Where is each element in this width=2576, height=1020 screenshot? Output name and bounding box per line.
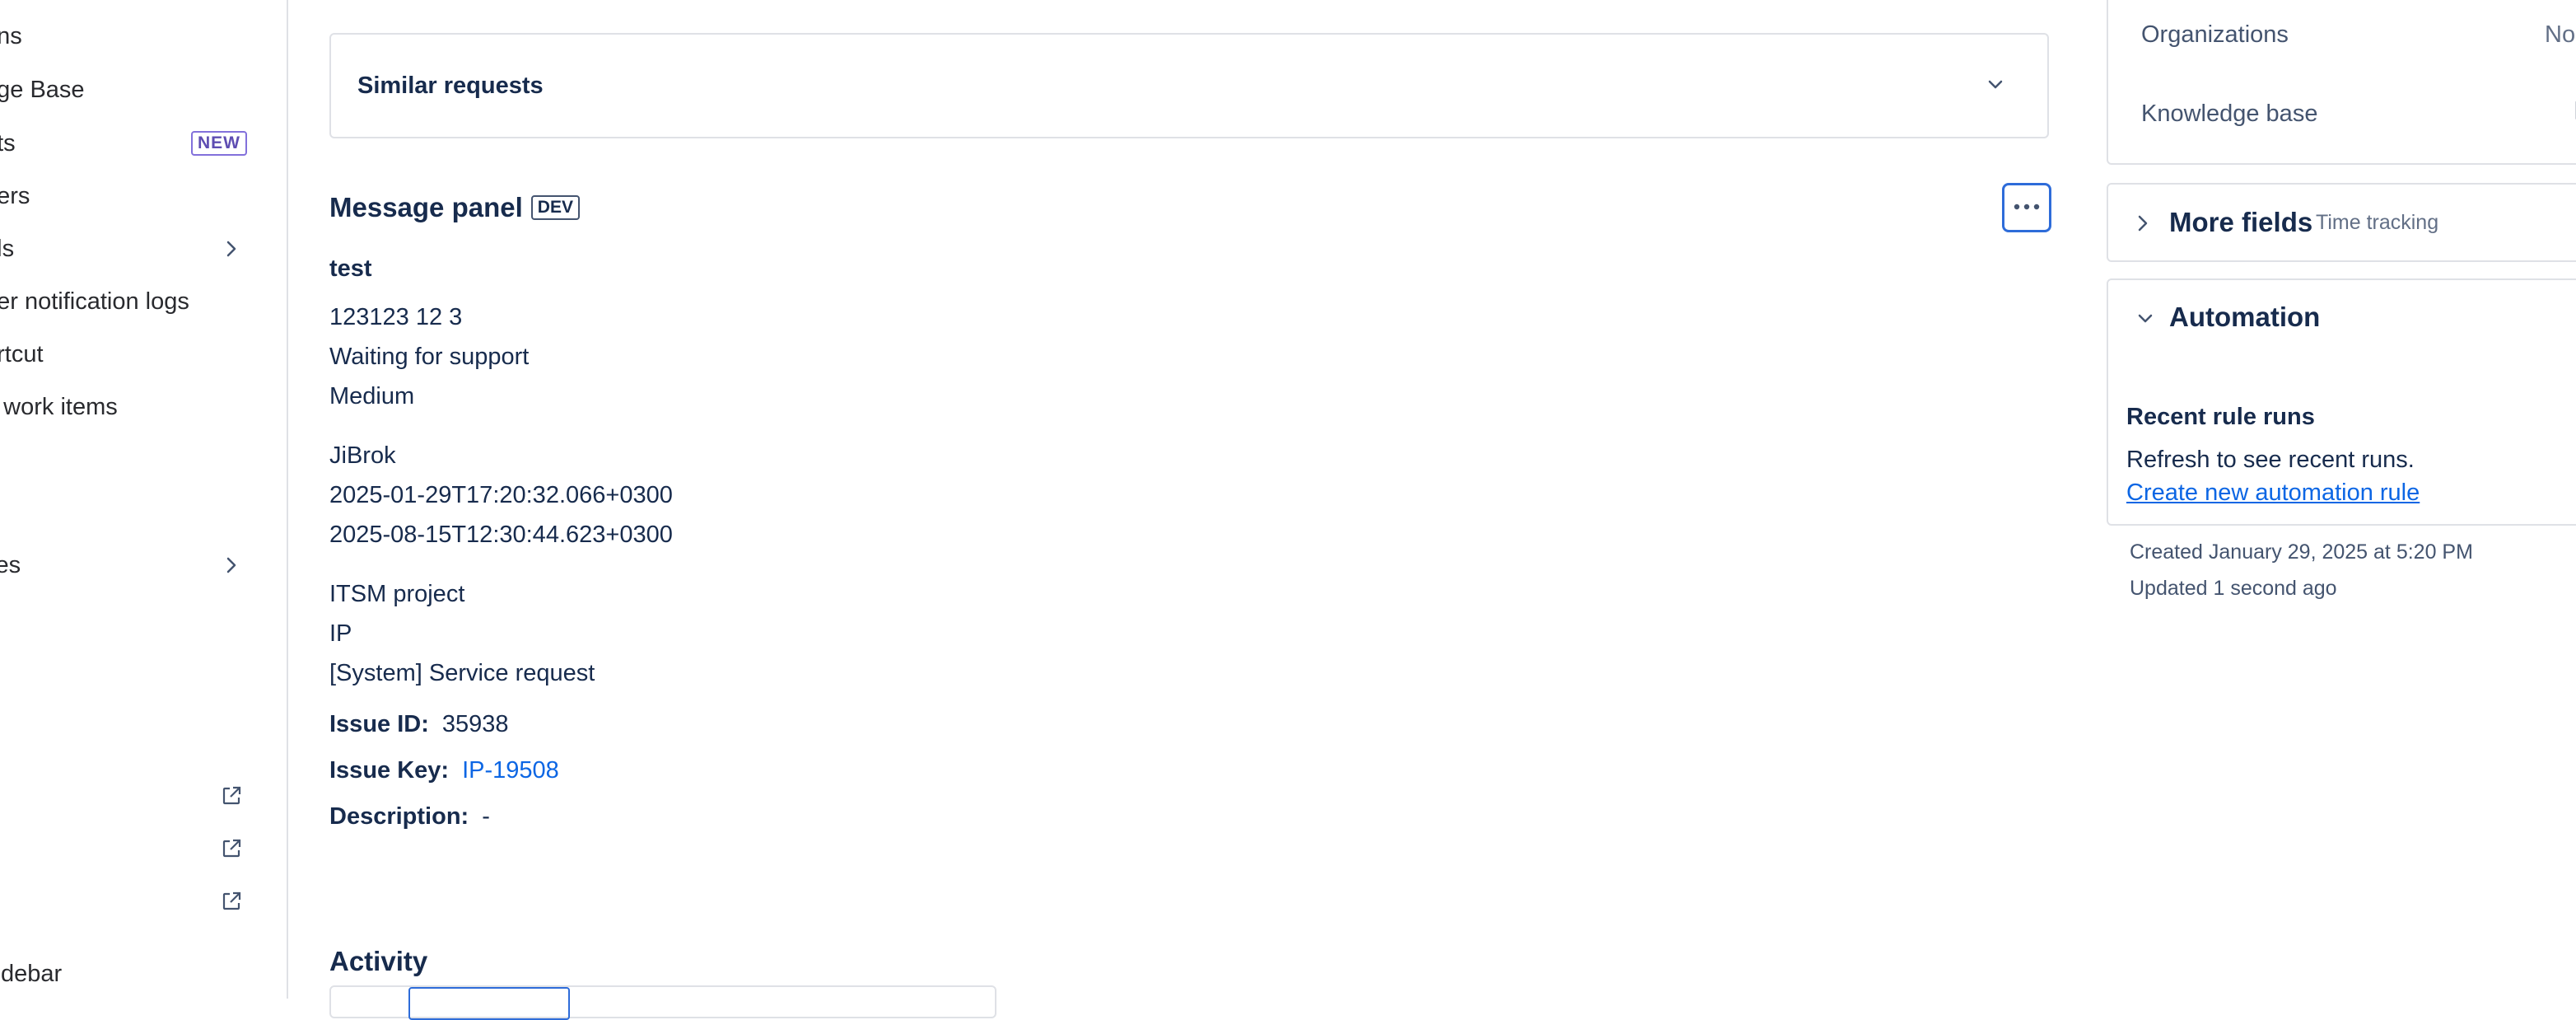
sidebar-item-label: sidebar <box>0 960 63 987</box>
automation-title[interactable]: Automation <box>2169 302 2320 333</box>
sidebar-item-4[interactable]: els <box>0 227 264 270</box>
sidebar-item-collapse-sidebar[interactable]: sidebar <box>0 952 264 995</box>
activity-tab-selected[interactable] <box>408 987 570 1020</box>
details-card: Organizations None Knowledge base <box>2107 0 2576 165</box>
description-value: - <box>482 803 490 830</box>
more-fields-title: More fields <box>2169 207 2313 237</box>
sidebar-item-label: ners <box>0 182 30 209</box>
chevron-down-icon[interactable] <box>2133 306 2158 335</box>
sidebar-item-label: dge Base <box>0 76 85 103</box>
sidebar-item-notification-logs[interactable]: ner notification logs <box>0 280 264 323</box>
chevron-right-icon <box>2133 211 2153 240</box>
chevron-right-icon <box>219 553 244 578</box>
sidebar-item-work-items[interactable]: d work items <box>0 386 264 428</box>
message-panel-title: Message panel <box>329 192 523 222</box>
sidebar-external-link-3[interactable] <box>0 880 264 923</box>
description-label: Description: <box>329 803 469 830</box>
sidebar-item-2[interactable]: nts NEW <box>0 122 264 165</box>
updated-timestamp: Updated 1 second ago <box>2130 577 2337 600</box>
issue-summary: test <box>329 255 372 282</box>
sidebar-item-label: ner notification logs <box>0 288 189 315</box>
issue-key-label: Issue Key: <box>329 757 450 784</box>
sidebar-item-3[interactable]: ners <box>0 175 264 218</box>
activity-tabs <box>329 985 996 1020</box>
similar-requests-title: Similar requests <box>357 72 544 99</box>
dev-badge: DEV <box>530 195 580 220</box>
sidebar-item-label: d work items <box>0 393 118 420</box>
sidebar-item-label: ons <box>0 22 22 49</box>
sidebar-item-label: ces <box>0 551 21 578</box>
message-line: 2025-08-15T12:30:44.623+0300 <box>329 522 673 548</box>
left-sidebar: ons dge Base nts NEW ners els ner notifi… <box>0 0 288 999</box>
more-fields-panel[interactable]: More fields Time tracking <box>2107 183 2576 262</box>
issue-key-link[interactable]: IP-19508 <box>462 757 559 784</box>
recent-rule-runs-title: Recent rule runs <box>2126 404 2315 430</box>
issue-id-label: Issue ID: <box>329 711 429 737</box>
issue-key-row: Issue Key: IP-19508 <box>329 757 559 784</box>
external-link-icon <box>219 889 244 914</box>
message-line: JiBrok <box>329 442 396 469</box>
chevron-down-icon[interactable] <box>1983 73 2008 101</box>
issue-id-value: 35938 <box>441 711 509 737</box>
automation-panel: Automation Recent rule runs Refresh to s… <box>2107 278 2576 526</box>
message-panel-header: Message panel DEV <box>329 189 580 226</box>
sidebar-external-link-2[interactable] <box>0 827 264 870</box>
activity-title: Activity <box>329 946 428 976</box>
more-fields-subtitle: Time tracking <box>2316 211 2439 234</box>
description-row: Description: - <box>329 803 490 831</box>
knowledge-base-field: Knowledge base <box>2141 97 2576 130</box>
sidebar-item-label: ortcut <box>0 340 44 367</box>
message-line: 2025-01-29T17:20:32.066+0300 <box>329 482 673 508</box>
knowledge-base-label: Knowledge base <box>2141 100 2318 127</box>
more-horizontal-icon <box>2012 200 2042 215</box>
more-actions-button[interactable] <box>2002 183 2051 232</box>
organizations-field: Organizations None <box>2141 18 2576 51</box>
similar-requests-panel[interactable]: Similar requests <box>329 33 2049 138</box>
create-automation-rule-link[interactable]: Create new automation rule <box>2126 480 2420 507</box>
external-link-icon <box>219 784 244 808</box>
sidebar-item-shortcut[interactable]: ortcut <box>0 333 264 376</box>
issue-main-column: Similar requests Message panel DEV test … <box>288 0 2100 1020</box>
sidebar-item-label: els <box>0 235 15 262</box>
message-line: Medium <box>329 383 415 409</box>
chevron-right-icon <box>219 236 244 261</box>
sidebar-item-label: nts <box>0 129 16 157</box>
recent-rule-runs-text: Refresh to see recent runs. <box>2126 447 2415 473</box>
message-line: Waiting for support <box>329 344 530 370</box>
sidebar-external-link-1[interactable] <box>0 774 264 817</box>
external-link-icon <box>219 836 244 861</box>
sidebar-item-9[interactable]: s <box>0 649 264 692</box>
sidebar-item-8[interactable]: ces <box>0 544 264 587</box>
issue-id-row: Issue ID: 35938 <box>329 711 509 738</box>
book-icon[interactable] <box>2573 98 2576 130</box>
organizations-value[interactable]: None <box>2545 21 2576 49</box>
organizations-label: Organizations <box>2141 21 2289 48</box>
created-timestamp: Created January 29, 2025 at 5:20 PM <box>2130 540 2473 564</box>
sidebar-item-0[interactable]: ons <box>0 15 264 58</box>
sidebar-item-knowledge-base[interactable]: dge Base <box>0 68 264 111</box>
new-badge: NEW <box>191 131 247 156</box>
right-details-panel: Organizations None Knowledge base More f… <box>2107 0 2576 999</box>
message-line: IP <box>329 620 352 647</box>
message-line: [System] Service request <box>329 660 595 686</box>
message-line: 123123 12 3 <box>329 304 463 330</box>
message-line: ITSM project <box>329 581 465 607</box>
